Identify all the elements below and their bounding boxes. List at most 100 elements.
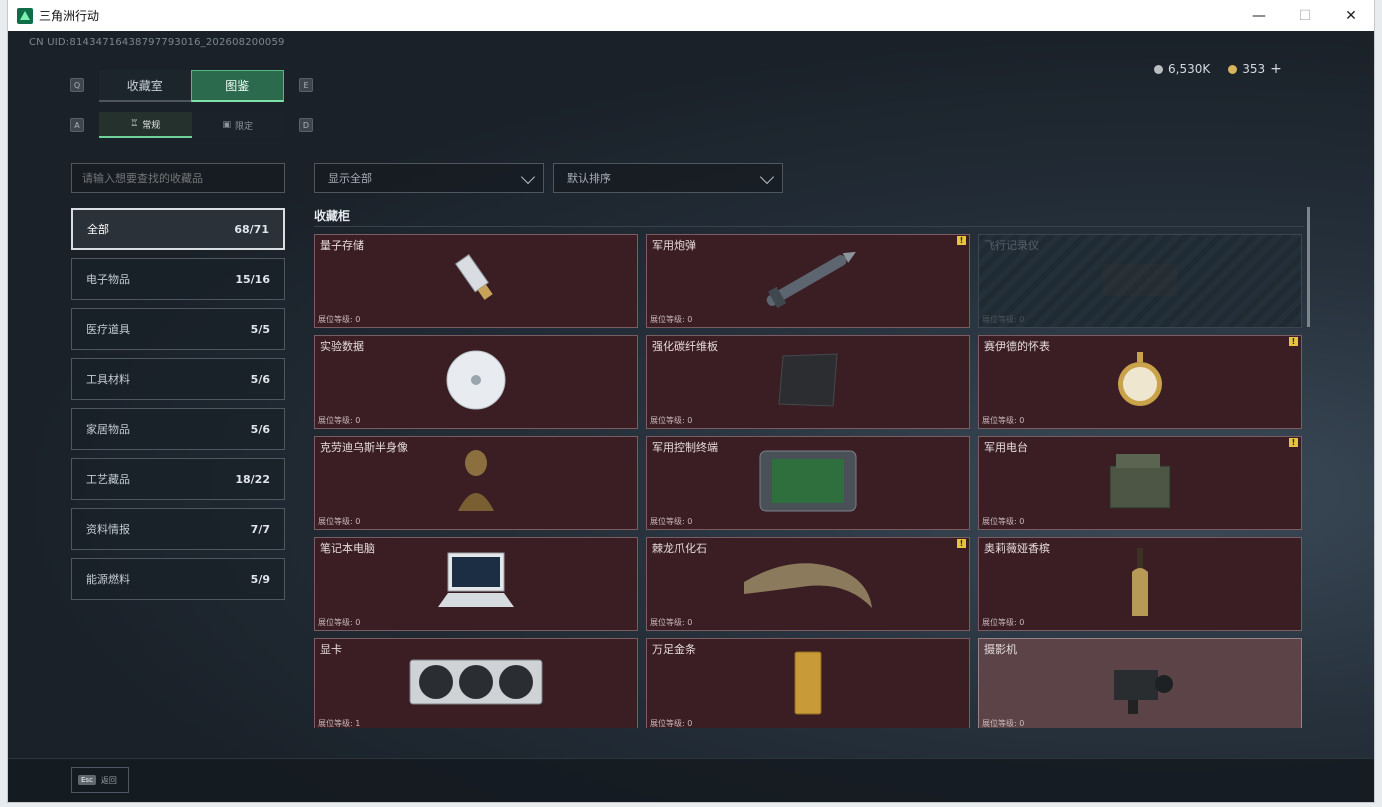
card-level: 展位等级: 0 (650, 517, 693, 526)
bust-icon (454, 445, 498, 521)
category-item[interactable]: 工具材料 5/6 (71, 358, 285, 400)
collection-card[interactable]: 摄影机展位等级: 0 (978, 638, 1302, 728)
card-name: 克劳迪乌斯半身像 (320, 441, 408, 454)
category-item[interactable]: 医疗道具 5/5 (71, 308, 285, 350)
subtab-regular[interactable]: ♖ 常规 (99, 112, 192, 138)
next-tab-key[interactable]: E (299, 78, 313, 92)
item-grid: 量子存储 展位等级: 0 军用炮弹 展位等级: 0! 飞行记录仪 展位等级: 0 实验数据展… (314, 234, 1302, 728)
card-level: 展位等级: 0 (650, 416, 693, 425)
tab-collection-room[interactable]: 收藏室 (99, 70, 191, 102)
collection-card[interactable]: 强化碳纤维板 展位等级: 0 (646, 335, 970, 429)
add-currency-icon[interactable]: + (1270, 61, 1282, 77)
card-level: 展位等级: 0 (982, 719, 1025, 728)
main-tabs: 收藏室 图鉴 (99, 70, 284, 102)
bottom-bar: Esc 返回 (8, 758, 1374, 802)
card-name: 万足金条 (652, 643, 696, 656)
close-button[interactable]: ✕ (1328, 0, 1374, 31)
title-bar: 三角洲行动 — ☐ ✕ (8, 0, 1374, 31)
carbon-plate-icon (775, 350, 841, 414)
esc-key: Esc (78, 775, 96, 785)
category-item[interactable]: 能源燃料 5/9 (71, 558, 285, 600)
category-label: 全部 (87, 223, 109, 236)
category-count: 5/6 (250, 422, 270, 436)
prev-tab-key[interactable]: Q (70, 78, 84, 92)
silver-amount: 6,530K (1168, 62, 1211, 76)
subtab-limited[interactable]: ▣ 限定 (191, 112, 284, 138)
card-level: 展位等级: 1 (318, 719, 361, 728)
tab-catalog[interactable]: 图鉴 (190, 70, 284, 102)
category-item[interactable]: 电子物品 15/16 (71, 258, 285, 300)
card-name: 量子存储 (320, 239, 364, 252)
collection-card[interactable]: 克劳迪乌斯半身像展位等级: 0 (314, 436, 638, 530)
card-name: 实验数据 (320, 340, 364, 353)
collection-card[interactable]: 万足金条展位等级: 0 (646, 638, 970, 728)
warning-icon: ! (1289, 438, 1298, 447)
category-count: 5/5 (250, 322, 270, 336)
collection-card[interactable]: 军用炮弹 展位等级: 0! (646, 234, 970, 328)
card-level: 展位等级: 0 (650, 719, 693, 728)
collection-card[interactable]: 军用控制终端 展位等级: 0 (646, 436, 970, 530)
gold-currency[interactable]: 353 + (1228, 61, 1282, 77)
category-count: 15/16 (235, 272, 270, 286)
category-item[interactable]: 资料情报 7/7 (71, 508, 285, 550)
filter-dropdown[interactable]: 显示全部 (314, 163, 544, 193)
section-divider (314, 226, 1304, 227)
silver-coin-icon (1154, 64, 1163, 74)
regular-icon: ♖ (130, 119, 139, 129)
category-count: 7/7 (250, 522, 270, 536)
collection-card[interactable]: 显卡展位等级: 1 (314, 638, 638, 728)
card-level: 展位等级: 0 (982, 517, 1025, 526)
card-name: 赛伊德的怀表 (984, 340, 1050, 353)
next-subtab-key[interactable]: D (299, 118, 313, 132)
warning-icon: ! (957, 539, 966, 548)
prev-subtab-key[interactable]: A (70, 118, 84, 132)
terminal-icon (756, 447, 860, 519)
back-button[interactable]: Esc 返回 (71, 767, 129, 793)
sort-dropdown[interactable]: 默认排序 (553, 163, 783, 193)
radio-icon (1104, 450, 1176, 516)
filter-value: 显示全部 (328, 172, 372, 185)
card-level: 展位等级: 0 (318, 517, 361, 526)
card-name: 飞行记录仪 (984, 239, 1039, 252)
collection-card[interactable]: 笔记本电脑 展位等级: 0 (314, 537, 638, 631)
collection-card[interactable]: 飞行记录仪 展位等级: 0 (978, 234, 1302, 328)
claw-fossil-icon (738, 552, 878, 616)
category-label: 电子物品 (86, 273, 130, 286)
usb-drive-icon (446, 249, 506, 313)
card-name: 摄影机 (984, 643, 1017, 656)
card-level: 展位等级: 0 (318, 315, 361, 324)
category-item[interactable]: 工艺藏品 18/22 (71, 458, 285, 500)
maximize-button[interactable]: ☐ (1282, 0, 1328, 31)
minimize-button[interactable]: — (1236, 0, 1282, 31)
card-name: 奥莉薇娅香槟 (984, 542, 1050, 555)
search-input[interactable] (71, 163, 285, 193)
collection-card[interactable]: 棘龙爪化石 展位等级: 0! (646, 537, 970, 631)
chevron-down-icon (520, 169, 536, 185)
card-level: 展位等级: 0 (318, 618, 361, 627)
game-window: 三角洲行动 — ☐ ✕ CN UID:81434716438797793016_… (8, 0, 1374, 802)
category-item[interactable]: 全部 68/71 (71, 208, 285, 250)
category-item[interactable]: 家居物品 5/6 (71, 408, 285, 450)
uid-label: CN UID:81434716438797793016_202608200059 (29, 37, 285, 48)
flight-recorder-icon (1095, 254, 1185, 308)
collection-card[interactable]: 量子存储展位等级: 0 (314, 234, 638, 328)
card-name: 显卡 (320, 643, 342, 656)
disc-icon (444, 348, 508, 416)
category-count: 18/22 (235, 472, 270, 486)
category-count: 5/9 (250, 572, 270, 586)
collection-screen: CN UID:81434716438797793016_202608200059… (8, 31, 1374, 802)
pocket-watch-icon (1110, 344, 1170, 420)
subtab-regular-label: 常规 (142, 120, 161, 131)
scrollbar[interactable] (1307, 207, 1310, 327)
category-label: 医疗道具 (86, 323, 130, 336)
subtab-limited-label: 限定 (235, 121, 254, 132)
collection-card[interactable]: 赛伊德的怀表 展位等级: 0! (978, 335, 1302, 429)
collection-card[interactable]: 军用电台 展位等级: 0! (978, 436, 1302, 530)
card-name: 棘龙爪化石 (652, 542, 707, 555)
collection-card[interactable]: 奥莉薇娅香槟 展位等级: 0 (978, 537, 1302, 631)
category-label: 工具材料 (86, 373, 130, 386)
silver-currency: 6,530K (1154, 61, 1210, 77)
collection-card[interactable]: 实验数据 展位等级: 0 (314, 335, 638, 429)
delta-force-logo-icon (17, 7, 33, 24)
gold-coin-icon (1228, 64, 1238, 74)
